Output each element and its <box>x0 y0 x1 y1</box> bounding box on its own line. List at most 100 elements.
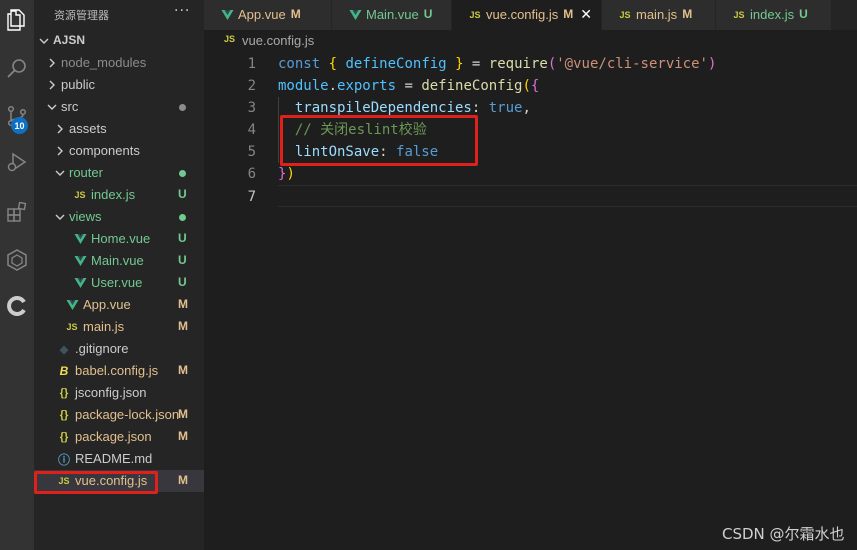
code-token: = <box>396 78 422 94</box>
code-token: require <box>488 56 548 72</box>
git-status-badge: M <box>178 319 188 333</box>
json-file-icon: {} <box>59 409 69 421</box>
tree-folder[interactable]: assets <box>34 118 204 140</box>
code-token: module <box>278 78 329 94</box>
code-token: { <box>328 56 338 72</box>
tree-file[interactable]: Main.vue U <box>34 250 204 272</box>
chevron-right-icon[interactable] <box>55 144 65 158</box>
tree-file[interactable]: JS main.js M <box>34 316 204 338</box>
chevron-right-icon[interactable] <box>47 78 57 92</box>
tree-file[interactable]: ◆ .gitignore <box>34 338 204 360</box>
line-number: 3 <box>247 100 256 116</box>
tree-item-label: node_modules <box>61 55 147 70</box>
code-line[interactable]: 6}) <box>204 163 857 185</box>
tree-folder[interactable]: router <box>34 162 204 184</box>
tree-item-label: User.vue <box>91 275 143 290</box>
vue-file-icon <box>73 276 87 290</box>
code-token: '@vue/cli-service' <box>556 56 708 72</box>
tab-label: App.vue <box>238 7 286 22</box>
git-status-dot <box>179 214 186 221</box>
git-status-dot <box>179 170 186 177</box>
babel-file-icon: B <box>59 364 69 378</box>
tree-file[interactable]: {} package.json M <box>34 426 204 448</box>
tree-folder[interactable]: components <box>34 140 204 162</box>
code-line[interactable]: 7 <box>248 185 857 207</box>
editor-tab[interactable]: App.vue M <box>204 0 332 30</box>
highlight-box-vue-config <box>34 471 158 494</box>
tree-folder[interactable]: src <box>34 96 204 118</box>
search-icon[interactable] <box>0 48 34 88</box>
explorer-sidebar: 资源管理器 ··· AJSN node_modulespublic src asset… <box>34 0 204 550</box>
tree-file[interactable]: JS index.js U <box>34 184 204 206</box>
chevron-right-icon[interactable] <box>55 122 65 136</box>
code-token: = <box>463 56 489 72</box>
git-file-icon: ◆ <box>59 343 69 356</box>
files-icon[interactable] <box>0 0 34 40</box>
line-number: 1 <box>247 56 256 72</box>
run-debug-icon[interactable] <box>0 142 34 182</box>
tree-file[interactable]: {} jsconfig.json <box>34 382 204 404</box>
editor-tab-bar: App.vue M Main.vue U JS vue.config.js M ✕ JS main… <box>204 0 857 30</box>
tree-item-label: Home.vue <box>91 231 151 246</box>
tree-item-label: babel.config.js <box>75 363 159 378</box>
code-token: . <box>328 78 338 94</box>
code-text: }) <box>278 163 295 185</box>
tab-label: main.js <box>636 7 678 22</box>
git-status-badge: U <box>178 275 187 289</box>
remote-icon[interactable] <box>0 240 34 280</box>
info-file-icon: ⓘ <box>57 452 70 467</box>
tree-folder[interactable]: views <box>34 206 204 228</box>
tree-item-label: index.js <box>91 187 136 202</box>
code-line[interactable]: 1 const { defineConfig } = require('@vue/… <box>204 53 857 75</box>
tree-folder[interactable]: public <box>34 74 204 96</box>
more-actions-icon[interactable]: ··· <box>174 3 190 19</box>
tree-folder[interactable]: AJSN <box>34 30 204 52</box>
code-text: module.exports = defineConfig({ <box>278 75 539 97</box>
explorer-header: 资源管理器 ··· <box>34 0 204 28</box>
indent-guide <box>278 97 279 163</box>
chevron-down-icon[interactable] <box>39 34 49 48</box>
tree-file[interactable]: App.vue M <box>34 294 204 316</box>
tree-item-label: Main.vue <box>91 253 144 268</box>
editor-tab[interactable]: JS main.js M <box>602 0 716 30</box>
chevron-right-icon[interactable] <box>47 56 57 70</box>
chevron-down-icon[interactable] <box>55 166 65 180</box>
tree-file[interactable]: {} package-lock.json M <box>34 404 204 426</box>
git-status-badge: M <box>178 407 188 421</box>
tree-file[interactable]: Bbabel.config.js M <box>34 360 204 382</box>
js-file-icon: JS <box>66 322 78 332</box>
editor-tab[interactable]: Main.vue U <box>332 0 452 30</box>
tree-item-label: assets <box>69 121 107 136</box>
tree-file[interactable]: ⓘ README.md <box>34 448 204 470</box>
tree-file[interactable]: User.vue U <box>34 272 204 294</box>
line-number: 5 <box>247 144 256 160</box>
chevron-down-icon[interactable] <box>47 100 57 114</box>
code-token: ) <box>707 56 717 72</box>
chevron-down-icon[interactable] <box>55 210 65 224</box>
accounts-icon[interactable] <box>0 286 34 326</box>
tree-item-label: views <box>69 209 102 224</box>
code-token: defineConfig <box>345 56 447 72</box>
tree-item-label: .gitignore <box>75 341 129 356</box>
tab-label: index.js <box>750 7 795 22</box>
tree-folder[interactable]: node_modules <box>34 52 204 74</box>
close-icon[interactable]: ✕ <box>580 6 592 23</box>
tree-file[interactable]: Home.vue U <box>34 228 204 250</box>
activity-bar: 10 <box>0 0 34 550</box>
tree-item-label: package-lock.json <box>75 407 180 422</box>
extensions-icon[interactable] <box>0 192 34 232</box>
code-token: : <box>471 100 489 116</box>
breadcrumb-file[interactable]: vue.config.js <box>242 33 314 48</box>
js-file-icon: JS <box>74 190 86 200</box>
editor-tab[interactable]: JS vue.config.js M ✕ <box>452 0 602 30</box>
code-token: defineConfig <box>421 78 523 94</box>
code-token: exports <box>337 78 397 94</box>
line-number: 2 <box>247 78 256 94</box>
tab-status: M <box>563 7 574 21</box>
code-line[interactable]: 2 module.exports = defineConfig({ <box>204 75 857 97</box>
js-file-icon: JS <box>619 10 631 20</box>
editor-tab[interactable]: JS index.js U <box>716 0 832 30</box>
tree-item-label: README.md <box>75 451 153 466</box>
